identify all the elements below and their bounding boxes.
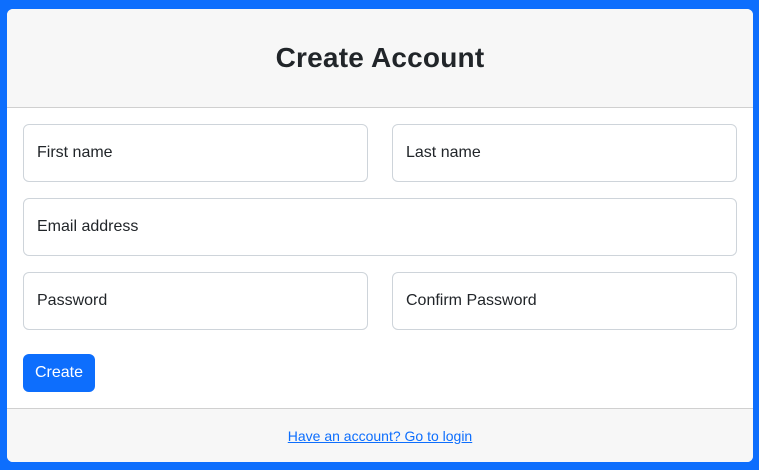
email-placeholder: Email address bbox=[37, 218, 139, 235]
last-name-placeholder: Last name bbox=[406, 144, 481, 161]
email-field[interactable]: Email address bbox=[23, 198, 737, 256]
registration-form: First name Last name Email address Passw… bbox=[7, 108, 753, 408]
first-name-field[interactable]: First name bbox=[23, 124, 368, 182]
confirm-password-field[interactable]: Confirm Password bbox=[392, 272, 737, 330]
card-header: Create Account bbox=[7, 9, 753, 108]
page-title: Create Account bbox=[275, 42, 485, 73]
password-placeholder: Password bbox=[37, 292, 108, 309]
confirm-password-placeholder: Confirm Password bbox=[406, 292, 537, 309]
create-account-card: Create Account First name Last name Emai… bbox=[7, 9, 753, 462]
card-footer: Have an account? Go to login bbox=[7, 408, 753, 462]
last-name-field[interactable]: Last name bbox=[392, 124, 737, 182]
login-link[interactable]: Have an account? Go to login bbox=[288, 428, 472, 444]
create-button[interactable]: Create bbox=[23, 354, 95, 392]
password-field[interactable]: Password bbox=[23, 272, 368, 330]
first-name-placeholder: First name bbox=[37, 144, 113, 161]
